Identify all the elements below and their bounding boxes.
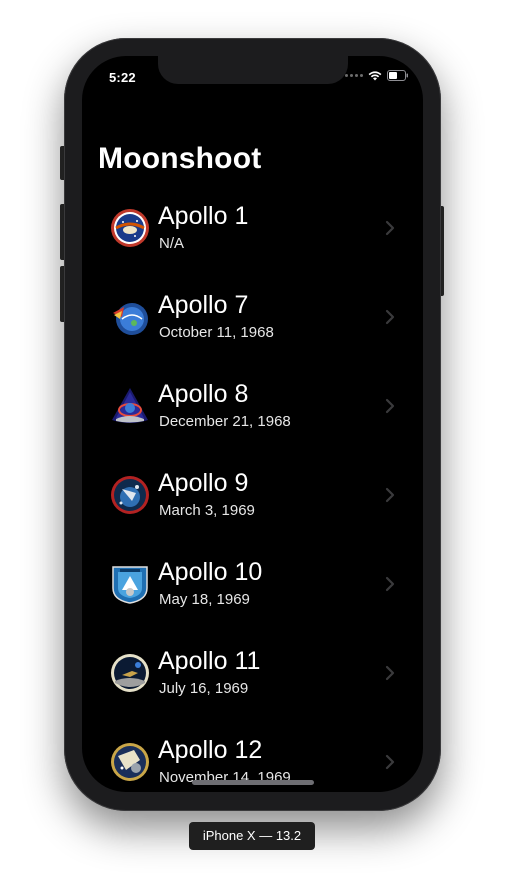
chevron-right-icon [385, 665, 395, 681]
mission-name: Apollo 10 [158, 558, 263, 586]
mission-date: May 18, 1969 [159, 591, 250, 608]
status-time: 5:22 [109, 70, 136, 85]
chevron-right-icon [385, 576, 395, 592]
chevron-right-icon [385, 309, 395, 325]
apollo-9-patch-icon [111, 476, 149, 514]
wifi-icon [368, 71, 382, 81]
apollo-7-patch-icon [113, 303, 148, 335]
notch [158, 56, 348, 84]
mission-name: Apollo 12 [158, 736, 263, 764]
mission-row-apollo-10[interactable]: Apollo 10 May 18, 1969 [82, 552, 423, 641]
mission-list: Apollo 1 N/A Apollo 7 October 11, 1968 A… [82, 196, 423, 792]
battery-icon [387, 70, 408, 81]
apollo-12-patch-icon [111, 743, 149, 781]
device-label: iPhone X — 13.2 [189, 822, 315, 850]
apollo-1-patch-icon [111, 209, 149, 247]
mission-date: October 11, 1968 [159, 324, 274, 341]
home-indicator[interactable] [192, 780, 314, 785]
chevron-right-icon [385, 398, 395, 414]
mission-row-apollo-11[interactable]: Apollo 11 July 16, 1969 [82, 641, 423, 730]
mission-name: Apollo 1 [158, 202, 249, 230]
chevron-right-icon [385, 487, 395, 503]
mission-row-apollo-8[interactable]: Apollo 8 December 21, 1968 [82, 374, 423, 463]
mission-name: Apollo 7 [158, 291, 249, 319]
mission-name: Apollo 8 [158, 380, 249, 408]
mission-name: Apollo 9 [158, 469, 249, 497]
page-title: Moonshoot [98, 142, 262, 175]
mission-row-apollo-1[interactable]: Apollo 1 N/A [82, 196, 423, 285]
mission-date: N/A [159, 235, 185, 252]
chevron-right-icon [385, 754, 395, 770]
apollo-11-patch-icon [111, 654, 149, 692]
chevron-right-icon [385, 220, 395, 236]
mission-name: Apollo 11 [158, 647, 261, 675]
mission-date: March 3, 1969 [159, 502, 255, 519]
apollo-10-patch-icon [112, 566, 148, 604]
mission-date: July 16, 1969 [159, 680, 249, 697]
signal-icon [345, 74, 363, 77]
mission-row-apollo-7[interactable]: Apollo 7 October 11, 1968 [82, 285, 423, 374]
apollo-8-patch-icon [112, 388, 148, 423]
simulator-stage: 5:22 Moonshoot Apollo 1 N/A Apollo 7 Oct… [0, 0, 505, 886]
mission-row-apollo-9[interactable]: Apollo 9 March 3, 1969 [82, 463, 423, 552]
status-icons [345, 70, 409, 81]
mission-date: December 21, 1968 [159, 413, 291, 430]
phone-screen: 5:22 Moonshoot Apollo 1 N/A Apollo 7 Oct… [82, 56, 423, 792]
